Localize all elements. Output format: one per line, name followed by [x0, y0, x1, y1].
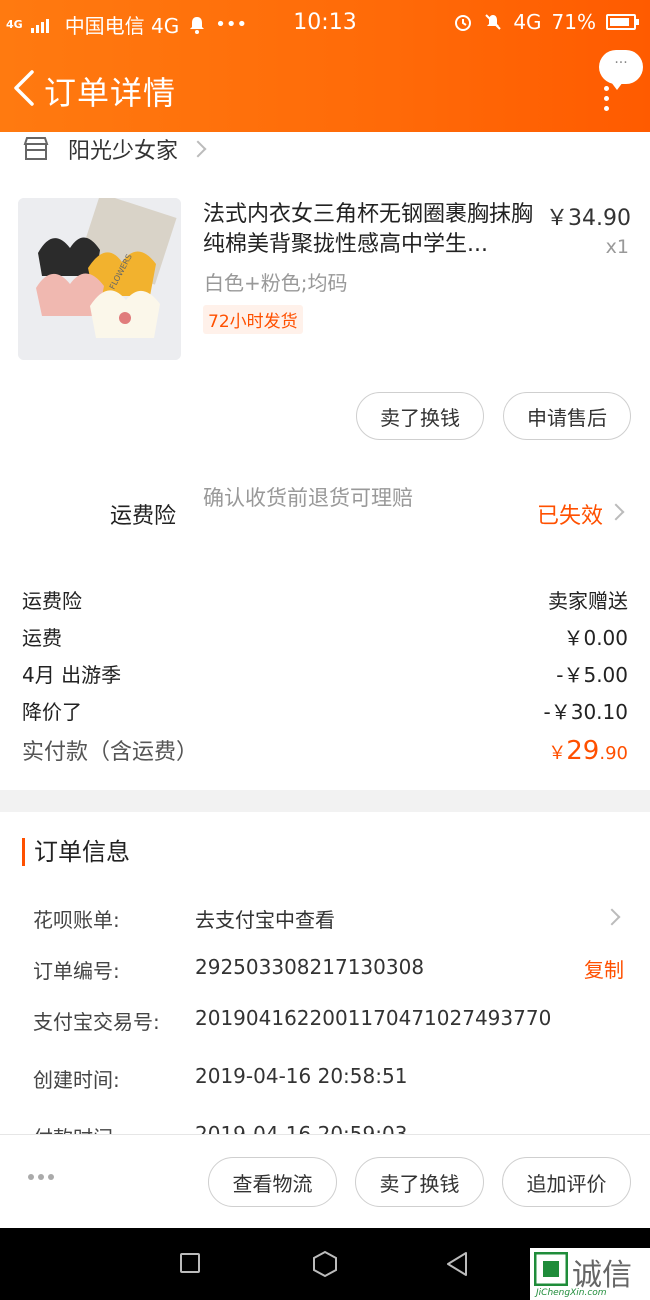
- copy-button[interactable]: 复制: [584, 954, 624, 983]
- watermark: 诚信 JiChengXin.com: [530, 1248, 650, 1300]
- fee-label: 4月 出游季: [22, 663, 122, 687]
- order-number: 292503308217130308: [195, 955, 425, 979]
- back-button[interactable]: [8, 66, 42, 110]
- fee-label: 降价了: [22, 700, 82, 724]
- product-quantity: x1: [605, 236, 629, 258]
- total-label: 实付款（含运费）: [22, 740, 199, 765]
- total-decimal: .90: [599, 743, 628, 764]
- fee-label: 运费险: [22, 589, 82, 613]
- shop-row[interactable]: 阳光少女家: [22, 132, 207, 166]
- battery-icon: [606, 14, 639, 30]
- total-integer: 29: [566, 736, 600, 766]
- total-amount: ￥29.90: [548, 736, 628, 766]
- insurance-description: 确认收货前退货可理赔: [203, 486, 413, 510]
- shop-name: 阳光少女家: [68, 139, 179, 164]
- currency-symbol: ￥: [548, 743, 567, 764]
- info-value: 去支付宝中查看: [195, 908, 335, 932]
- more-dots-icon[interactable]: [28, 1174, 54, 1180]
- alipay-trade-number: 2019041622001170471027493770: [195, 1006, 552, 1030]
- page-title: 订单详情: [44, 74, 177, 112]
- shipping-tag: 72小时发货: [203, 305, 303, 334]
- chevron-left-icon: [14, 70, 34, 106]
- status-bar: 4G 中国电信 4G ••• 10:13 4G 71%: [0, 0, 650, 46]
- mute-icon: [485, 14, 502, 30]
- total-row: 实付款（含运费） ￥29.90: [22, 734, 628, 766]
- chevron-right-icon: [189, 140, 207, 158]
- more-menu-icon[interactable]: [604, 86, 610, 116]
- insurance-label: 运费险: [110, 504, 177, 529]
- recent-apps-icon[interactable]: [180, 1253, 200, 1273]
- add-review-button[interactable]: 追加评价: [502, 1157, 631, 1207]
- message-bubble-button[interactable]: ···: [599, 50, 643, 90]
- product-sku: 白色+粉色;均码: [204, 271, 348, 295]
- chevron-right-icon: [607, 503, 625, 521]
- fee-row: 运费险 卖家赠送: [22, 585, 628, 614]
- insurance-status: 已失效: [537, 504, 604, 529]
- product-price: ￥34.90: [546, 206, 631, 231]
- fee-row: 4月 出游季 -￥5.00: [22, 659, 628, 688]
- sell-for-cash-button[interactable]: 卖了换钱: [356, 392, 484, 440]
- fee-value: ￥0.00: [563, 626, 628, 650]
- home-icon[interactable]: [311, 1250, 339, 1278]
- fee-value: 卖家赠送: [548, 589, 628, 613]
- info-label: 支付宝交易号:: [33, 1010, 160, 1034]
- store-icon: [23, 137, 49, 160]
- network-type: 4G: [513, 10, 542, 34]
- sell-for-cash-button[interactable]: 卖了换钱: [355, 1157, 484, 1207]
- info-label: 花呗账单:: [33, 908, 120, 932]
- fee-row: 降价了 -￥30.10: [22, 696, 628, 725]
- fee-label: 运费: [22, 626, 62, 650]
- fee-value: -￥5.00: [556, 663, 628, 687]
- fee-value: -￥30.10: [543, 700, 628, 724]
- info-label: 创建时间:: [33, 1068, 120, 1092]
- app-header: 4G 中国电信 4G ••• 10:13 4G 71% 订单详情: [0, 0, 650, 132]
- section-divider: [0, 790, 650, 812]
- watermark-url: JiChengXin.com: [536, 1288, 607, 1298]
- product-title[interactable]: 法式内衣女三角杯无钢圈裹胸抹胸纯棉美背聚拢性感高中学生...: [203, 200, 533, 260]
- fee-row: 运费 ￥0.00: [22, 622, 628, 651]
- view-logistics-button[interactable]: 查看物流: [208, 1157, 337, 1207]
- chevron-right-icon: [603, 908, 621, 926]
- after-sale-button[interactable]: 申请售后: [503, 392, 631, 440]
- info-label: 订单编号:: [33, 959, 120, 983]
- alarm-icon: [455, 15, 472, 31]
- battery-percent: 71%: [551, 10, 596, 34]
- back-nav-icon[interactable]: [444, 1250, 470, 1278]
- nav-bar: 订单详情: [0, 52, 650, 124]
- watermark-logo-icon: [534, 1252, 568, 1286]
- order-info-title: 订单信息: [22, 838, 130, 866]
- product-image[interactable]: FLOWERS: [18, 198, 181, 360]
- created-time: 2019-04-16 20:58:51: [195, 1064, 408, 1088]
